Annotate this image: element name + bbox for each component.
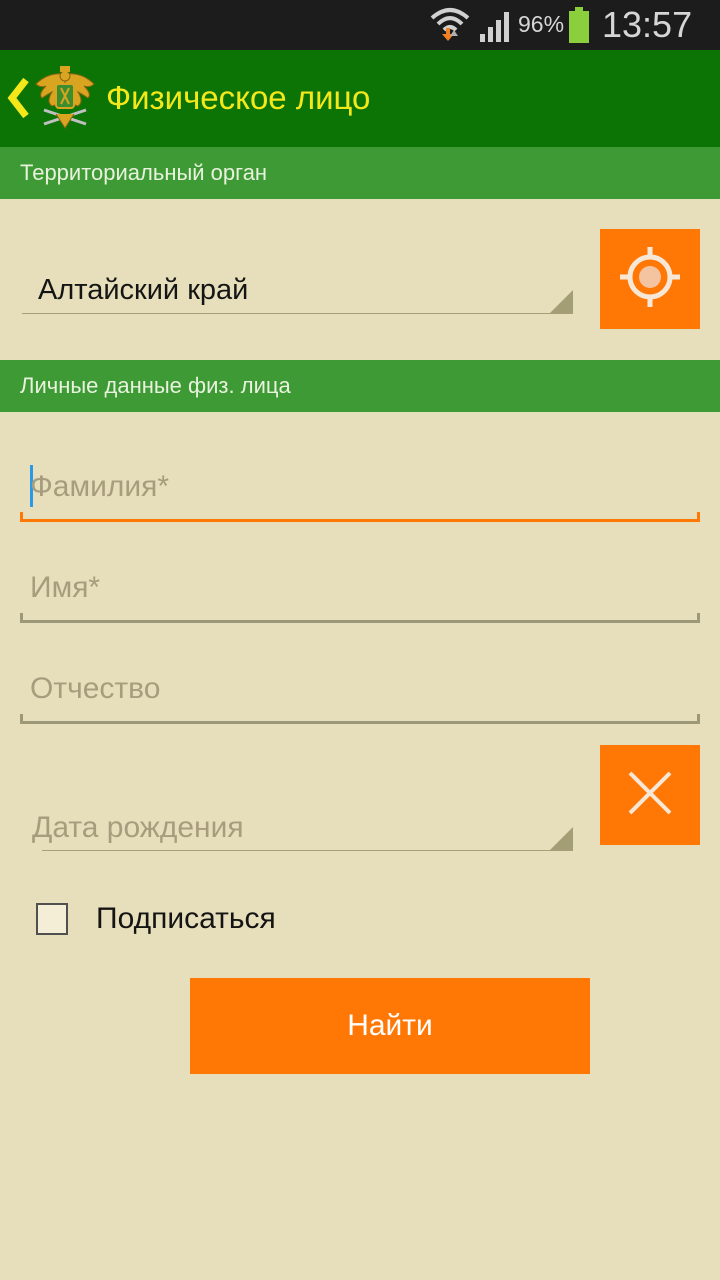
locate-button[interactable] <box>600 229 700 329</box>
last-name-field[interactable] <box>30 462 680 512</box>
section-header-territorial: Территориальный орган <box>0 147 720 199</box>
middle-name-field[interactable] <box>30 664 680 714</box>
dropdown-corner-icon <box>550 290 573 313</box>
battery-percent: 96% <box>518 11 565 37</box>
wifi-icon <box>430 6 470 49</box>
clock: 13:57 <box>602 4 693 45</box>
birth-date-placeholder: Дата рождения <box>32 811 244 844</box>
region-spinner[interactable]: Алтайский край <box>22 274 573 314</box>
subscribe-row: Подписаться <box>36 900 436 940</box>
clear-date-button[interactable] <box>600 745 700 845</box>
back-chevron-icon[interactable] <box>6 77 30 119</box>
dropdown-corner-icon <box>550 827 573 850</box>
status-bar: 96% 13:57 <box>0 0 720 50</box>
last-name-field-wrapper <box>20 462 700 522</box>
middle-name-field-wrapper <box>20 664 700 724</box>
field-underline <box>20 714 700 724</box>
first-name-field-wrapper <box>20 563 700 623</box>
field-underline <box>20 613 700 623</box>
subscribe-label[interactable]: Подписаться <box>96 902 276 936</box>
first-name-field[interactable] <box>30 563 680 613</box>
subscribe-checkbox[interactable] <box>36 903 68 935</box>
region-selected-value: Алтайский край <box>38 274 249 306</box>
birth-date-spinner[interactable]: Дата рождения <box>32 811 573 851</box>
field-underline <box>20 512 700 522</box>
close-icon <box>624 767 676 824</box>
action-bar: Физическое лицо <box>0 50 720 147</box>
crosshair-icon <box>618 245 682 314</box>
section-header-personal: Личные данные физ. лица <box>0 360 720 412</box>
search-button[interactable]: Найти <box>190 978 590 1074</box>
battery-icon <box>568 7 590 43</box>
page-title: Физическое лицо <box>106 79 371 116</box>
emblem-logo[interactable] <box>30 62 100 134</box>
signal-icon <box>478 10 514 47</box>
